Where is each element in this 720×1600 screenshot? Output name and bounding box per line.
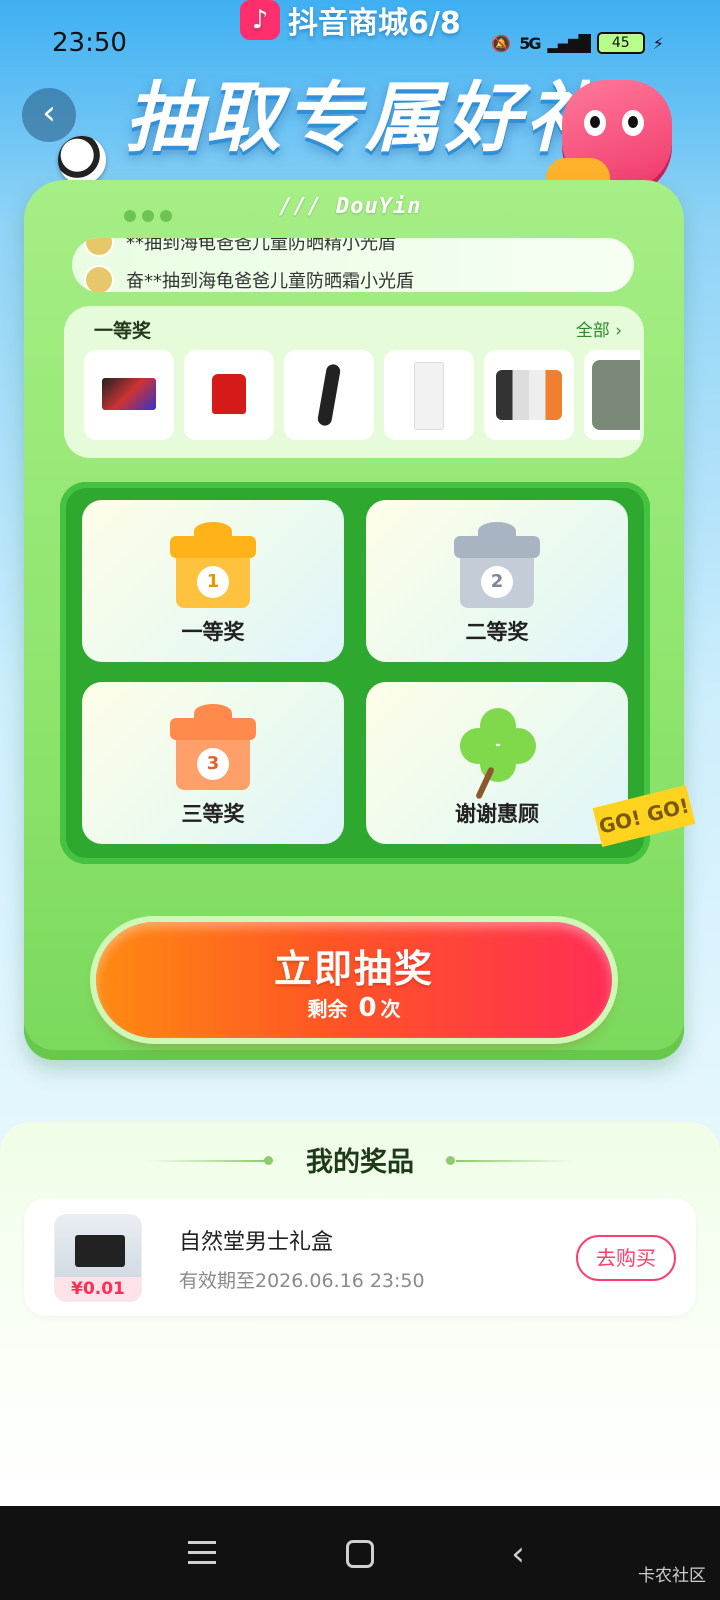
prize-thumbnails <box>84 350 640 440</box>
soccer-ball-icon <box>58 136 106 184</box>
grid-cell-thanks: 谢谢惠顾 <box>366 682 628 844</box>
avatar <box>84 238 114 257</box>
system-nav-bar: ‹ 卡农社区 <box>0 1506 720 1600</box>
divider <box>456 1160 574 1162</box>
grid-cell-first-prize: 1 一等奖 <box>82 500 344 662</box>
grid-cell-third-prize: 3 三等奖 <box>82 682 344 844</box>
tv-icon[interactable] <box>84 350 174 440</box>
mascot-eye <box>622 110 644 136</box>
grid-label: 一等奖 <box>181 620 245 644</box>
banner-title: 抽取专属好礼 <box>125 73 605 162</box>
prize-strip: 一等奖 全部 › <box>64 306 644 458</box>
mascot-eye <box>584 110 606 136</box>
status-icons: 🔕 5G ▂▄▆█ 45 ⚡ <box>491 32 664 54</box>
ticker-item: **抽到海龟爸爸儿童防晒精小光盾 <box>84 238 396 257</box>
grid-label: 谢谢惠顾 <box>455 802 539 826</box>
mute-icon: 🔕 <box>491 33 512 53</box>
sneaker-icon[interactable] <box>584 350 640 440</box>
back-icon[interactable]: ‹ <box>496 1534 540 1574</box>
clover-icon <box>460 708 536 800</box>
app-logo: ♪ 抖音商城6/8 <box>240 0 461 42</box>
avatar <box>84 265 114 292</box>
fridge-icon[interactable] <box>384 350 474 440</box>
winners-ticker: **抽到海龟爸爸儿童防晒精小光盾 奋**抽到海龟爸爸儿童防晒霜小光盾 <box>72 238 634 292</box>
buy-button[interactable]: 去购买 <box>576 1235 676 1281</box>
charging-icon: ⚡ <box>652 33 664 53</box>
ticker-text: 奋**抽到海龟爸爸儿童防晒霜小光盾 <box>126 271 414 292</box>
home-icon[interactable] <box>338 1534 382 1574</box>
draw-button-label: 立即抽奖 <box>273 947 434 991</box>
back-button[interactable]: ‹ <box>22 88 76 142</box>
ticker-item: 奋**抽到海龟爸爸儿童防晒霜小光盾 <box>84 265 414 292</box>
jersey-icon[interactable] <box>184 350 274 440</box>
hairdryer-icon[interactable] <box>284 350 374 440</box>
battery-icon: 45 <box>596 32 645 54</box>
chevron-left-icon: ‹ <box>42 93 56 133</box>
machine-brand: /// DouYin <box>279 194 422 219</box>
watermark: 卡农社区 <box>638 1566 706 1586</box>
prize-name: 自然堂男士礼盒 <box>179 1230 334 1255</box>
prize-image: ¥0.01 <box>54 1214 142 1302</box>
grid-cell-second-prize: 2 二等奖 <box>366 500 628 662</box>
signal-icon: ▂▄▆█ <box>547 33 591 53</box>
divider-dot <box>446 1156 455 1165</box>
gift-box-icon: 3 <box>170 704 256 790</box>
grid-label: 三等奖 <box>181 802 245 826</box>
app-logo-text: 抖音商城6/8 <box>288 6 461 41</box>
phones-icon[interactable] <box>484 350 574 440</box>
ticker-text: **抽到海龟爸爸儿童防晒精小光盾 <box>126 238 396 254</box>
network-label: 5G <box>519 33 541 53</box>
prize-validity: 有效期至2026.06.16 23:50 <box>179 1270 425 1292</box>
menu-icon[interactable] <box>180 1534 224 1574</box>
view-all-link[interactable]: 全部 › <box>576 316 622 341</box>
gift-box-icon: 2 <box>454 522 540 608</box>
douyin-logo-icon: ♪ <box>240 0 280 40</box>
prize-strip-title: 一等奖 <box>94 320 152 342</box>
prize-grid: 1 一等奖 2 二等奖 3 三等奖 谢谢惠顾 <box>60 482 650 864</box>
remaining-count: 剩余 0次 <box>307 993 401 1023</box>
gift-box-icon: 1 <box>170 522 256 608</box>
prize-card[interactable]: ¥0.01 自然堂男士礼盒 有效期至2026.06.16 23:50 去购买 <box>24 1198 696 1316</box>
grid-label: 二等奖 <box>465 620 529 644</box>
lottery-machine: /// DouYin **抽到海龟爸爸儿童防晒精小光盾 奋**抽到海龟爸爸儿童防… <box>24 180 696 1060</box>
prize-price: ¥0.01 <box>55 1277 141 1301</box>
my-prizes-section: 我的奖品 ¥0.01 自然堂男士礼盒 有效期至2026.06.16 23:50 … <box>0 1122 720 1512</box>
status-time: 23:50 <box>52 28 127 58</box>
my-prizes-title: 我的奖品 <box>306 1147 414 1178</box>
draw-button[interactable]: 立即抽奖 剩余 0次 <box>96 922 612 1038</box>
machine-dots <box>124 210 172 222</box>
